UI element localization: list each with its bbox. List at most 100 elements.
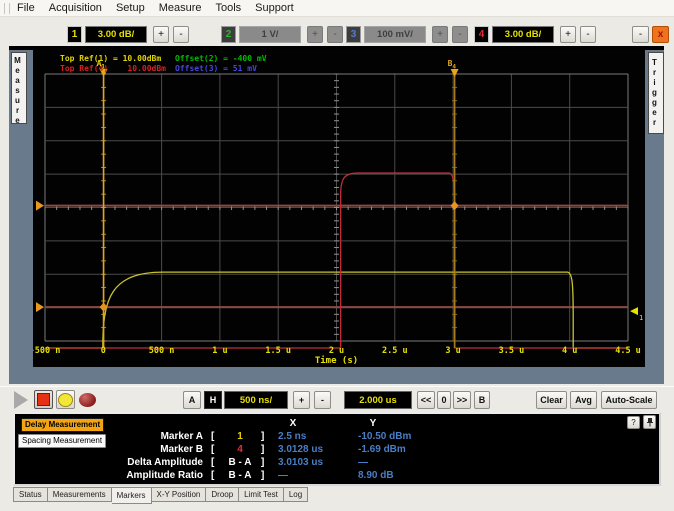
- marker-b-row: Marker B [ 4 ] 3.0128 us -1.69 dBm: [15, 444, 659, 457]
- delay-display[interactable]: 2.000 us: [344, 391, 412, 409]
- x-tick-label: 2.5 u: [382, 346, 408, 356]
- menu-measure[interactable]: Measure: [159, 2, 202, 14]
- channel-4-scale-up-button[interactable]: +: [560, 26, 576, 43]
- stop-icon: [37, 393, 50, 406]
- channel-4-scale-display[interactable]: 3.00 dB/: [492, 26, 554, 43]
- marker-a-label[interactable]: A1: [97, 59, 105, 71]
- column-header-y: Y: [356, 418, 390, 429]
- x-tick-label: 500 n: [149, 346, 175, 356]
- delay-zero-button[interactable]: 0: [437, 391, 451, 409]
- stop-button[interactable]: [34, 390, 53, 409]
- x-tick-label: 2 u: [329, 346, 344, 356]
- markers-measurement-panel: Delay Measurement Spacing Measurement ? …: [13, 412, 661, 486]
- channel-4-group: 4 3.00 dB/ + -: [474, 26, 600, 43]
- channel-4-button[interactable]: 4: [474, 26, 489, 43]
- single-button[interactable]: [56, 390, 75, 409]
- marker-a-row: Marker A [ 1 ] 2.5 ns -10.50 dBm: [15, 431, 659, 444]
- x-tick-label: 3.5 u: [499, 346, 525, 356]
- auto-scale-button[interactable]: Auto-Scale: [601, 391, 657, 409]
- channel-1-scale-display[interactable]: 3.00 dB/: [85, 26, 147, 43]
- timebase-plus-button[interactable]: +: [293, 391, 310, 409]
- x-tick-label: 4 u: [562, 346, 577, 356]
- toolbar-close-button[interactable]: x: [652, 26, 669, 43]
- offset3-readout: Offset(3) = 51 mV: [175, 64, 257, 74]
- delay-measurement-button[interactable]: Delay Measurement: [21, 418, 104, 432]
- channel-4-scale-down-button[interactable]: -: [580, 26, 596, 43]
- marker-b-label[interactable]: B4: [448, 59, 456, 71]
- delta-amplitude-y-value: —: [358, 457, 368, 468]
- amplitude-ratio-row: Amplitude Ratio [ B - A ] — 8.90 dB: [15, 470, 659, 483]
- delta-amplitude-x-value: 3.0103 us: [278, 457, 323, 468]
- single-icon: [58, 393, 73, 407]
- tab-status[interactable]: Status: [13, 487, 48, 502]
- scope-frame: 1-500 n0500 n1 u1.5 u2 u2.5 u3 u3.5 u4 u…: [9, 46, 664, 384]
- timebase-h-button[interactable]: H: [204, 391, 222, 409]
- marker-b-button[interactable]: B: [474, 391, 490, 409]
- x-tick-label: 1.5 u: [265, 346, 291, 356]
- channel-2-button[interactable]: 2: [221, 26, 236, 43]
- x-axis-title: Time (s): [315, 355, 358, 366]
- channel-indicator-number: 1: [639, 314, 643, 322]
- measure-side-tab[interactable]: Measure: [11, 52, 27, 124]
- acquisition-control-bar: A H 500 ns/ + - 2.000 us << 0 >> B Clear…: [0, 386, 674, 412]
- scope-plot[interactable]: 1-500 n0500 n1 u1.5 u2 u2.5 u3 u3.5 u4 u…: [33, 50, 645, 367]
- pushpin-icon: [645, 417, 655, 427]
- marker-a-x-value: 2.5 ns: [278, 431, 306, 442]
- channel-3-scale-display: 100 mV/: [364, 26, 426, 43]
- channel-toolbar: 1 3.00 dB/ + - 2 1 V/ + - 3 100 mV/ + - …: [0, 17, 674, 46]
- menu-support[interactable]: Support: [255, 2, 294, 14]
- channel-2-group: 2 1 V/ + -: [221, 26, 347, 43]
- run-icon[interactable]: [14, 391, 28, 409]
- channel-1-indicator-icon: [630, 307, 638, 315]
- x-tick-label: 3 u: [445, 346, 460, 356]
- marker-b-point-diamond-icon: [451, 201, 459, 210]
- help-button[interactable]: ?: [627, 416, 640, 429]
- channel-3-group: 3 100 mV/ + -: [346, 26, 472, 43]
- tab-log[interactable]: Log: [284, 487, 308, 502]
- armed-indicator-icon: [79, 393, 96, 407]
- trigger-side-tab[interactable]: Trigger: [648, 52, 664, 134]
- amplitude-ratio-x-value: —: [278, 470, 288, 481]
- scope-display: 1-500 n0500 n1 u1.5 u2 u2.5 u3 u3.5 u4 u…: [33, 50, 645, 367]
- power-analyzer-window: File Acquisition Setup Measure Tools Sup…: [0, 0, 674, 511]
- bottom-tab-bar: Status Measurements Markers X-Y Position…: [13, 487, 308, 504]
- x-tick-label: 4.5 u: [615, 346, 641, 356]
- column-header-x: X: [276, 418, 310, 429]
- channel-1-group: 1 3.00 dB/ + -: [67, 26, 193, 43]
- menu-acquisition[interactable]: Acquisition: [49, 2, 102, 14]
- menu-file[interactable]: File: [17, 2, 35, 14]
- delay-back-button[interactable]: <<: [417, 391, 435, 409]
- channel-2-scale-up-button: +: [307, 26, 323, 43]
- x-tick-label: -500 n: [33, 346, 60, 356]
- channel-3-scale-down-button: -: [452, 26, 468, 43]
- channel-1-scale-down-button[interactable]: -: [173, 26, 189, 43]
- tab-measurements[interactable]: Measurements: [48, 487, 112, 502]
- channel-3-button[interactable]: 3: [346, 26, 361, 43]
- tab-xy-position[interactable]: X-Y Position: [152, 487, 207, 502]
- avg-button[interactable]: Avg: [570, 391, 597, 409]
- tab-markers[interactable]: Markers: [112, 487, 152, 504]
- pin-button[interactable]: [643, 415, 656, 429]
- menu-bar: File Acquisition Setup Measure Tools Sup…: [0, 0, 674, 17]
- delay-forward-button[interactable]: >>: [453, 391, 471, 409]
- toolbar-minimize-button[interactable]: -: [632, 26, 649, 43]
- timebase-a-button[interactable]: A: [183, 391, 201, 409]
- menu-setup[interactable]: Setup: [116, 2, 145, 14]
- marker-b-y-value: -1.69 dBm: [358, 444, 406, 455]
- tab-droop[interactable]: Droop: [206, 487, 239, 502]
- marker-b-x-value: 3.0128 us: [278, 444, 323, 455]
- clear-button[interactable]: Clear: [536, 391, 567, 409]
- top-ref4-readout: Top Ref(4) 10.00dBm: [60, 64, 166, 74]
- channel-2-scale-down-button: -: [327, 26, 343, 43]
- toolbar-gripper: [4, 3, 10, 14]
- tab-limit-test[interactable]: Limit Test: [239, 487, 284, 502]
- timebase-display[interactable]: 500 ns/: [224, 391, 288, 409]
- channel-2-scale-display: 1 V/: [239, 26, 301, 43]
- timebase-minus-button[interactable]: -: [314, 391, 331, 409]
- channel-1-scale-up-button[interactable]: +: [153, 26, 169, 43]
- scope-region: 1-500 n0500 n1 u1.5 u2 u2.5 u3 u3.5 u4 u…: [0, 46, 674, 386]
- channel-3-scale-up-button: +: [432, 26, 448, 43]
- top-ref1-readout: Top Ref(1) = 10.00dBm: [60, 54, 161, 64]
- menu-tools[interactable]: Tools: [215, 2, 241, 14]
- channel-1-button[interactable]: 1: [67, 26, 82, 43]
